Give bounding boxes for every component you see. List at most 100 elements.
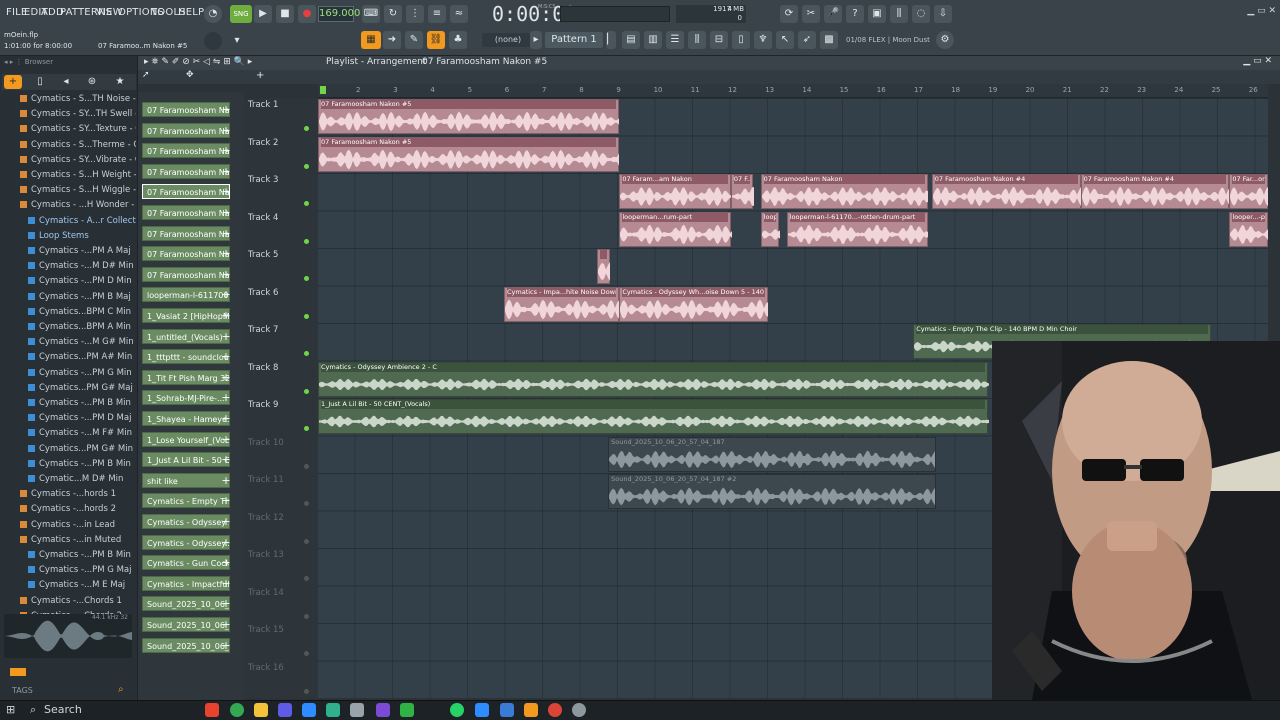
edge-icon[interactable]: [500, 703, 514, 717]
audio-clip[interactable]: 07 F...on: [730, 174, 754, 209]
track-mute-led[interactable]: [304, 651, 309, 656]
channel-button[interactable]: 07 Faramoosham Na...: [142, 122, 230, 138]
channel-button[interactable]: 07 Faramoosham Na...: [142, 225, 230, 241]
metronome-icon[interactable]: ◔: [204, 5, 222, 23]
folder-icon[interactable]: [254, 703, 268, 717]
browser-item[interactable]: Cymatics -...PM B Min: [0, 398, 136, 412]
channel-button[interactable]: 1_Lose Yourself_(Voc...: [142, 431, 230, 447]
settings-icon[interactable]: ⚙: [936, 31, 954, 49]
browser-nav-icon[interactable]: ◂ ▸ ⋮: [4, 58, 22, 66]
playlist-window-controls[interactable]: ▁ ▭ ✕: [1243, 56, 1272, 66]
settings-taskbar-icon[interactable]: [572, 703, 586, 717]
tempo-display[interactable]: 169.000: [318, 6, 360, 22]
channel-add-icon[interactable]: +: [220, 102, 232, 117]
browser-item[interactable]: Cymatics...BPM C Min: [0, 307, 136, 321]
chat-icon[interactable]: ◌: [912, 5, 930, 23]
channel-button[interactable]: 07 Faramoosham Na...: [142, 143, 230, 159]
arrow-icon[interactable]: ➚: [142, 70, 150, 80]
channel-add-icon[interactable]: +: [220, 184, 232, 199]
browser-add-icon[interactable]: +: [4, 75, 22, 89]
channel-add-icon[interactable]: +: [220, 555, 232, 570]
track-mute-led[interactable]: [304, 538, 309, 544]
browser-item[interactable]: Cymatic...M D# Min: [0, 474, 136, 488]
channel-add-icon[interactable]: +: [220, 370, 232, 385]
browser-item[interactable]: Cymatics -...in Muted: [0, 535, 136, 549]
channel-add-icon[interactable]: +: [220, 596, 232, 611]
mic-icon[interactable]: 🎤: [824, 5, 842, 23]
audio-clip[interactable]: [597, 249, 611, 284]
start-icon[interactable]: ⊞: [6, 703, 15, 716]
channel-add-icon[interactable]: +: [220, 329, 232, 344]
blend-notes-icon[interactable]: ≈: [450, 5, 468, 23]
taskbar-app-icon[interactable]: [205, 703, 219, 717]
channel-button[interactable]: Sound_2025_10_06_...: [142, 637, 230, 653]
channel-button[interactable]: 1_Shayea - Hameye...: [142, 411, 230, 426]
window-controls[interactable]: ▁ ▭ ✕: [1247, 6, 1276, 16]
channel-add-icon[interactable]: +: [220, 308, 232, 323]
chart-icon[interactable]: [475, 703, 489, 717]
channel-add-icon[interactable]: +: [220, 576, 232, 591]
piano-roll-icon[interactable]: ▥: [644, 31, 662, 49]
audio-clip[interactable]: 07 Faram...am Nakon: [619, 174, 733, 209]
stamp-icon[interactable]: ♣: [449, 31, 467, 49]
step-sequencer-icon[interactable]: ▤: [622, 31, 640, 49]
track-name[interactable]: Track 11: [248, 475, 316, 485]
channel-button[interactable]: looperman-l-611700...: [142, 287, 230, 303]
channel-button[interactable]: 1_Tit Ft Pish Marg 32: [142, 369, 230, 385]
track-mute-led[interactable]: [304, 313, 309, 319]
audio-clip[interactable]: looperman...rum-part: [619, 211, 733, 247]
channel-button[interactable]: 07 Faramoosham Na...: [142, 266, 230, 282]
teams-icon[interactable]: [278, 703, 292, 717]
audio-clip[interactable]: Sound_2025_10_06_20_57_04_187 #2: [608, 474, 936, 509]
browser-star-icon[interactable]: ★: [112, 75, 128, 89]
channel-button[interactable]: 1_tttpttt - soundclou...: [142, 349, 230, 365]
browser-item[interactable]: Cymatics - S...Therme - C: [0, 140, 136, 154]
master-pitch-slider[interactable]: ▾: [228, 32, 246, 50]
browser-item[interactable]: Cymatics -...PM G Min: [0, 368, 136, 382]
channel-button[interactable]: Cymatics - Empty Th...: [142, 493, 230, 509]
channel-add-icon[interactable]: +: [220, 432, 232, 447]
add-track-icon[interactable]: +: [256, 70, 264, 81]
browser-item[interactable]: Cymatics -...PM G Maj: [0, 565, 136, 579]
snap-icon[interactable]: ➜: [383, 31, 401, 49]
track-name[interactable]: Track 16: [248, 663, 316, 673]
track-name[interactable]: Track 13: [248, 550, 316, 560]
browser-item[interactable]: Cymatics...BPM A Min: [0, 322, 136, 336]
channel-add-icon[interactable]: +: [220, 349, 232, 364]
browser-item[interactable]: Cymatics - S...H Wiggle - C: [0, 185, 136, 199]
track-mute-led[interactable]: [304, 388, 309, 394]
channel-button[interactable]: 1_Sohrab-MJ-Pire-...: [142, 390, 230, 406]
channel-button[interactable]: Cymatics - Impactful...: [142, 575, 230, 591]
channel-button[interactable]: Sound_2025_10_06_...: [142, 596, 230, 612]
browser-item[interactable]: Cymatics -...M E Maj: [0, 580, 136, 594]
browser-item[interactable]: Cymatics - ...H Wonder - C: [0, 200, 136, 214]
channel-button[interactable]: shit like: [142, 472, 230, 488]
browser-item[interactable]: Cymatics...PM G# Maj: [0, 383, 136, 397]
browser-icon[interactable]: ☰: [666, 31, 684, 49]
track-name[interactable]: Track 5: [248, 250, 316, 260]
whatsapp-icon[interactable]: [450, 703, 464, 717]
browser-item[interactable]: Cymatics - SY...Vibrate - C: [0, 155, 136, 169]
browser-item[interactable]: Cymatics -...hords 1: [0, 489, 136, 503]
move-icon[interactable]: ✥: [186, 70, 194, 80]
playlist-tools[interactable]: ▸ ⛯ ✎ ✐ ⊘ ✂ ◁ ⇋ ⊞ 🔍 ▸: [144, 57, 252, 67]
audio-clip[interactable]: looper...-part: [1229, 211, 1269, 247]
tags-search-icon[interactable]: ⌕: [118, 684, 124, 695]
track-name[interactable]: Track 12: [248, 513, 316, 523]
browser-back-icon[interactable]: ◂: [58, 75, 74, 89]
channel-button[interactable]: 07 Faramoosham Na...: [142, 246, 230, 262]
channel-button[interactable]: 1_untitled_(Vocals): [142, 328, 230, 344]
channel-add-icon[interactable]: +: [220, 143, 232, 158]
audio-clip[interactable]: 1_Just A Lil Bit - 50 CENT_(Vocals): [318, 399, 989, 434]
channel-add-icon[interactable]: +: [220, 411, 232, 426]
browser-item[interactable]: Cymatics -...PM D Maj: [0, 413, 136, 427]
browser-item[interactable]: Cymatics...PM A# Min: [0, 352, 136, 366]
browser-item[interactable]: Cymatics -...PM D Min: [0, 276, 136, 290]
file-icon[interactable]: ▯: [732, 31, 750, 49]
channel-button[interactable]: 07 Faramoosham Na...: [142, 205, 230, 220]
menu-help[interactable]: HELP: [178, 7, 204, 18]
channel-button[interactable]: 1_Just A Lil Bit - 50 C...: [142, 452, 230, 468]
track-name[interactable]: Track 6: [248, 288, 316, 298]
track-mute-led[interactable]: [304, 126, 309, 131]
channel-button[interactable]: Cymatics - Odyssey...: [142, 534, 230, 550]
